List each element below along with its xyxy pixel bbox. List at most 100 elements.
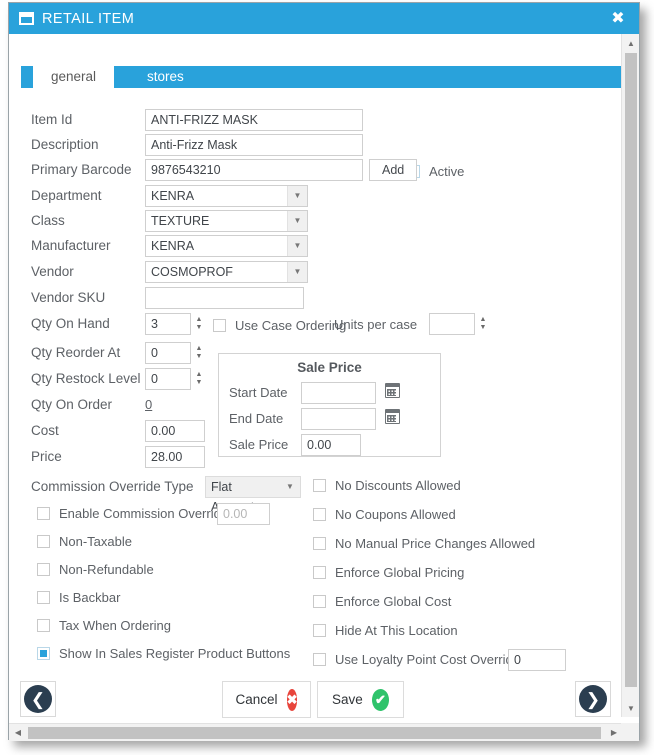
use-case-ordering-row[interactable]: Use Case Ordering bbox=[213, 318, 346, 333]
units-per-case-input[interactable] bbox=[429, 313, 475, 335]
cancel-button[interactable]: Cancel ✖ bbox=[222, 681, 311, 718]
chevron-down-icon[interactable]: ▼ bbox=[287, 211, 307, 231]
label-units-per-case: Units per case bbox=[334, 317, 418, 332]
add-barcode-button[interactable]: Add bbox=[369, 159, 418, 181]
scroll-down-icon[interactable]: ▼ bbox=[622, 699, 640, 717]
show-in-sales-register-label: Show In Sales Register Product Buttons bbox=[59, 646, 291, 661]
enforce-global-cost-row[interactable]: Enforce Global Cost bbox=[313, 594, 451, 609]
is-backbar-checkbox[interactable] bbox=[37, 591, 50, 604]
save-button-label: Save bbox=[332, 692, 363, 707]
enforce-global-pricing-row[interactable]: Enforce Global Pricing bbox=[313, 565, 464, 580]
show-in-sales-register-row[interactable]: Show In Sales Register Product Buttons bbox=[37, 646, 290, 661]
loyalty-cost-override-input[interactable] bbox=[508, 649, 566, 671]
scrollbar-corner bbox=[621, 723, 639, 741]
calendar-icon[interactable] bbox=[385, 383, 400, 398]
qty-on-hand-input[interactable] bbox=[145, 313, 191, 335]
close-icon[interactable]: ✖ bbox=[607, 8, 629, 30]
label-description: Description bbox=[31, 137, 99, 152]
show-in-sales-register-checkbox[interactable] bbox=[37, 647, 50, 660]
is-backbar-row[interactable]: Is Backbar bbox=[37, 590, 120, 605]
label-primary-barcode: Primary Barcode bbox=[31, 162, 132, 177]
enforce-global-cost-label: Enforce Global Cost bbox=[335, 594, 452, 609]
price-input[interactable] bbox=[145, 446, 205, 468]
scroll-left-icon[interactable]: ◀ bbox=[9, 724, 27, 741]
commission-override-type-select[interactable]: Flat Amount ▼ bbox=[205, 476, 301, 514]
commission-override-amount-input[interactable] bbox=[217, 503, 270, 525]
tax-when-ordering-checkbox[interactable] bbox=[37, 619, 50, 632]
hide-at-this-location-row[interactable]: Hide At This Location bbox=[313, 623, 458, 638]
sale-price-amount-input[interactable] bbox=[301, 434, 361, 456]
retail-item-window: RETAIL ITEM ✖ general stores Item Id Act… bbox=[8, 2, 640, 741]
department-select[interactable]: KENRA ▼ bbox=[145, 185, 308, 207]
tax-when-ordering-row[interactable]: Tax When Ordering bbox=[37, 618, 171, 633]
qty-reorder-at-input[interactable] bbox=[145, 342, 191, 364]
label-end-date: End Date bbox=[229, 411, 284, 426]
qty-on-hand-stepper[interactable]: ▲ ▼ bbox=[193, 313, 205, 335]
cost-input[interactable] bbox=[145, 420, 205, 442]
chevron-left-icon: ❮ bbox=[24, 685, 52, 713]
non-refundable-checkbox[interactable] bbox=[37, 563, 50, 576]
tab-general[interactable]: general bbox=[33, 66, 115, 88]
no-manual-price-changes-row[interactable]: No Manual Price Changes Allowed bbox=[313, 536, 535, 551]
manufacturer-value: KENRA bbox=[151, 239, 195, 253]
qty-restock-level-input[interactable] bbox=[145, 368, 191, 390]
non-taxable-label: Non-Taxable bbox=[59, 534, 132, 549]
horizontal-scroll-thumb[interactable] bbox=[28, 727, 601, 739]
enable-commission-override-checkbox[interactable] bbox=[37, 507, 50, 520]
calendar-icon[interactable] bbox=[385, 409, 400, 424]
non-taxable-checkbox[interactable] bbox=[37, 535, 50, 548]
vertical-scrollbar[interactable]: ▲ ▼ bbox=[621, 34, 639, 717]
qty-restock-level-stepper[interactable]: ▲ ▼ bbox=[193, 368, 205, 390]
no-coupons-allowed-checkbox[interactable] bbox=[313, 508, 326, 521]
enable-commission-override-row[interactable]: Enable Commission Override bbox=[37, 506, 228, 521]
label-qty-restock-level: Qty Restock Level bbox=[31, 371, 141, 386]
class-select[interactable]: TEXTURE ▼ bbox=[145, 210, 308, 232]
horizontal-scrollbar[interactable]: ◀ ▶ bbox=[9, 723, 623, 741]
label-item-id: Item Id bbox=[31, 112, 73, 127]
vendor-sku-input[interactable] bbox=[145, 287, 304, 309]
label-manufacturer: Manufacturer bbox=[31, 238, 111, 253]
window-title: RETAIL ITEM bbox=[42, 10, 135, 27]
vendor-select[interactable]: COSMOPROF ▼ bbox=[145, 261, 308, 283]
manufacturer-select[interactable]: KENRA ▼ bbox=[145, 235, 308, 257]
label-vendor: Vendor bbox=[31, 264, 74, 279]
primary-barcode-input[interactable] bbox=[145, 159, 363, 181]
scroll-up-icon[interactable]: ▲ bbox=[622, 34, 640, 52]
no-coupons-allowed-row[interactable]: No Coupons Allowed bbox=[313, 507, 456, 522]
no-manual-price-changes-checkbox[interactable] bbox=[313, 537, 326, 550]
qty-reorder-at-stepper[interactable]: ▲ ▼ bbox=[193, 342, 205, 364]
qty-on-order-link[interactable]: 0 bbox=[145, 397, 152, 412]
chevron-down-icon[interactable]: ▼ bbox=[287, 186, 307, 206]
no-discounts-allowed-row[interactable]: No Discounts Allowed bbox=[313, 478, 461, 493]
chevron-down-icon[interactable]: ▼ bbox=[287, 262, 307, 282]
start-date-input[interactable] bbox=[301, 382, 376, 404]
use-case-ordering-checkbox[interactable] bbox=[213, 319, 226, 332]
label-department: Department bbox=[31, 188, 102, 203]
non-refundable-row[interactable]: Non-Refundable bbox=[37, 562, 154, 577]
enforce-global-pricing-label: Enforce Global Pricing bbox=[335, 565, 465, 580]
hide-at-this-location-label: Hide At This Location bbox=[335, 623, 458, 638]
end-date-input[interactable] bbox=[301, 408, 376, 430]
previous-record-button[interactable]: ❮ bbox=[20, 681, 56, 717]
save-button[interactable]: Save ✔ bbox=[317, 681, 404, 718]
hide-at-this-location-checkbox[interactable] bbox=[313, 624, 326, 637]
no-discounts-allowed-checkbox[interactable] bbox=[313, 479, 326, 492]
label-price: Price bbox=[31, 449, 62, 464]
item-id-input[interactable] bbox=[145, 109, 363, 131]
next-record-button[interactable]: ❯ bbox=[575, 681, 611, 717]
chevron-down-icon[interactable]: ▼ bbox=[287, 236, 307, 256]
vertical-scroll-thumb[interactable] bbox=[625, 53, 637, 687]
units-per-case-stepper[interactable]: ▲ ▼ bbox=[477, 313, 489, 335]
tax-when-ordering-label: Tax When Ordering bbox=[59, 618, 171, 633]
enforce-global-pricing-checkbox[interactable] bbox=[313, 566, 326, 579]
loyalty-cost-override-row[interactable]: Use Loyalty Point Cost Override bbox=[313, 652, 520, 667]
use-case-ordering-label: Use Case Ordering bbox=[235, 318, 347, 333]
department-value: KENRA bbox=[151, 189, 195, 203]
tab-stores[interactable]: stores bbox=[129, 66, 202, 88]
check-circle-icon: ✔ bbox=[371, 688, 389, 711]
non-taxable-row[interactable]: Non-Taxable bbox=[37, 534, 132, 549]
enforce-global-cost-checkbox[interactable] bbox=[313, 595, 326, 608]
description-input[interactable] bbox=[145, 134, 363, 156]
chevron-down-icon[interactable]: ▼ bbox=[280, 477, 300, 497]
loyalty-cost-override-checkbox[interactable] bbox=[313, 653, 326, 666]
